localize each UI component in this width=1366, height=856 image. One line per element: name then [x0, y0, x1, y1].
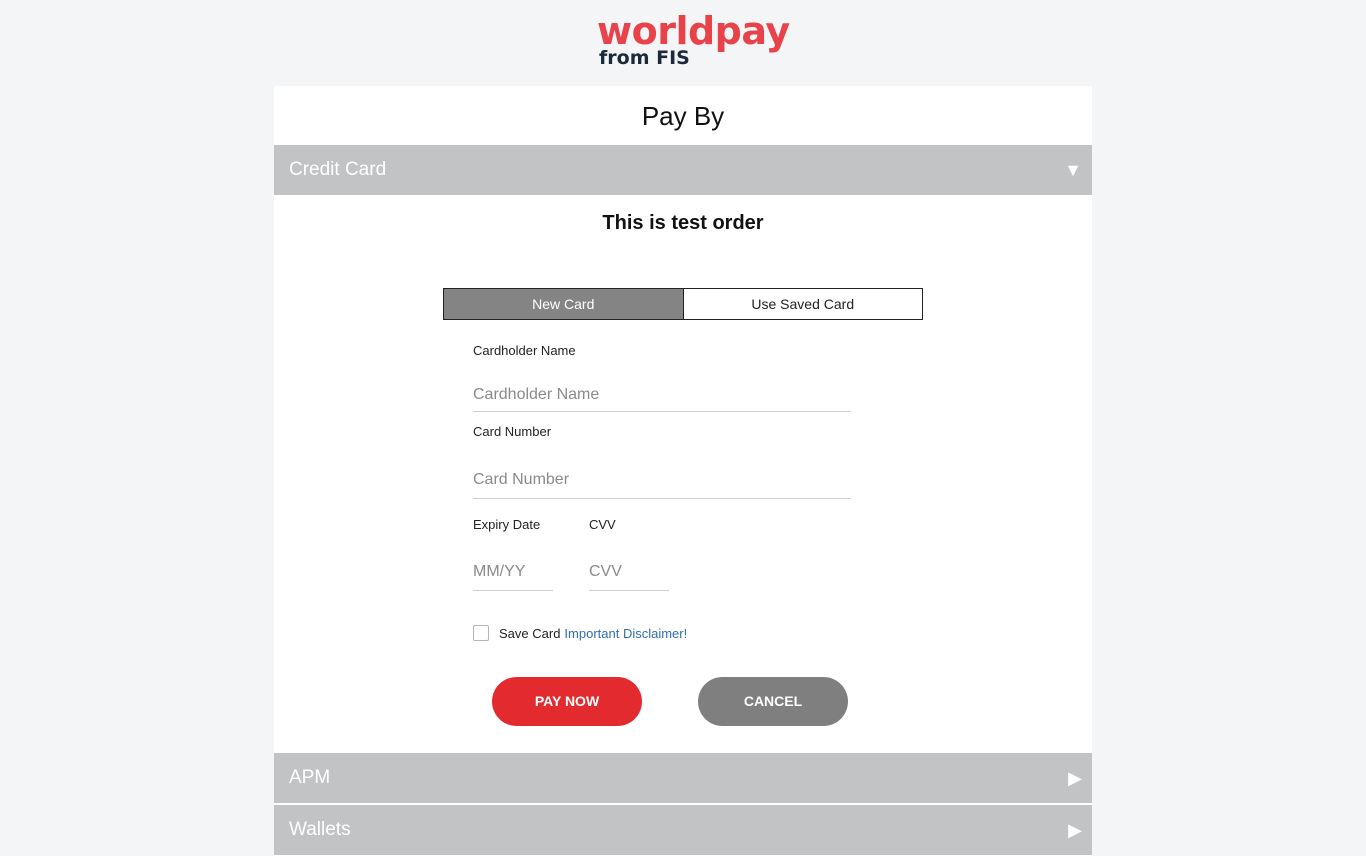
caret-right-icon: ▶ [1068, 820, 1082, 840]
accordion-wallets-label: Wallets [289, 819, 351, 840]
accordion-wallets[interactable]: Wallets ▶ [274, 805, 1092, 855]
accordion-credit-card-label: Credit Card [289, 159, 387, 180]
card-tabs: New Card Use Saved Card [443, 288, 923, 320]
cardholder-name-label: Cardholder Name [473, 343, 576, 358]
caret-right-icon: ▶ [1068, 768, 1082, 788]
tab-use-saved-card[interactable]: Use Saved Card [682, 289, 922, 319]
save-card-label: Save Card [499, 625, 561, 641]
save-card-row: Save Card Important Disclaimer! [473, 624, 687, 642]
accordion-credit-card[interactable]: Credit Card ▼ [274, 145, 1092, 195]
expiry-date-label: Expiry Date [473, 517, 541, 532]
page-title: Pay By [641, 101, 725, 131]
payment-panel: Pay By Credit Card ▼ This is test order … [274, 86, 1092, 856]
cvv-input[interactable] [589, 554, 669, 591]
save-card-checkbox[interactable] [473, 625, 489, 641]
order-title: This is test order [602, 212, 764, 234]
expiry-date-input[interactable] [473, 554, 553, 591]
tab-new-card[interactable]: New Card [444, 289, 683, 319]
cardholder-name-input[interactable] [473, 379, 851, 412]
cvv-label: CVV [589, 517, 616, 532]
card-number-label: Card Number [473, 424, 552, 439]
header: worldpay from FIS [0, 0, 1366, 86]
worldpay-logo: worldpay from FIS [597, 8, 790, 72]
caret-down-icon: ▼ [1064, 160, 1082, 180]
accordion-apm[interactable]: APM ▶ [274, 753, 1092, 803]
logo-tagline: from FIS [599, 47, 690, 69]
cancel-button[interactable]: CANCEL [698, 677, 848, 726]
pay-now-button[interactable]: PAY NOW [492, 677, 642, 726]
accordion-apm-label: APM [289, 767, 331, 788]
card-number-input[interactable] [473, 462, 851, 499]
important-disclaimer-link[interactable]: Important Disclaimer! [564, 626, 687, 641]
